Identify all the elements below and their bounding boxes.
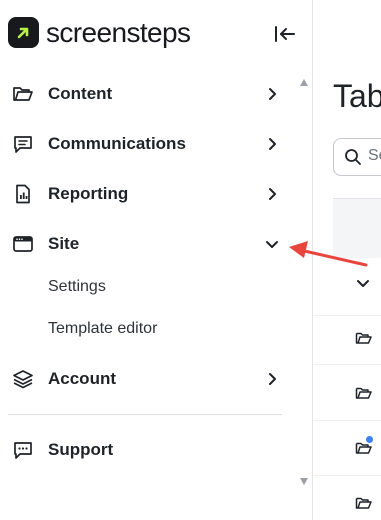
brand-logo[interactable]: screensteps — [8, 17, 191, 48]
chevron-right-icon — [264, 136, 280, 152]
chevron-right-icon — [264, 371, 280, 387]
sidebar-item-reporting[interactable]: Reporting — [0, 174, 292, 214]
collapse-sidebar-button[interactable] — [273, 24, 297, 44]
sidebar-divider — [8, 414, 282, 415]
chevron-down-icon[interactable] — [355, 276, 371, 297]
chevron-down-icon — [264, 236, 280, 252]
search-icon — [345, 149, 361, 165]
sidebar-item-label: Support — [48, 440, 114, 459]
logo-mark-icon — [8, 17, 39, 48]
sidebar-item-label: Reporting — [48, 184, 129, 203]
sidebar-item-support[interactable]: Support — [0, 430, 292, 470]
folder-icon — [12, 84, 34, 104]
sidebar-subitem-settings[interactable]: Settings — [48, 278, 106, 296]
brand-name: screensteps — [46, 17, 191, 48]
chevron-right-icon — [264, 86, 280, 102]
scroll-up-arrow-icon — [300, 79, 308, 86]
sidebar-item-account[interactable]: Account — [0, 359, 292, 399]
sidebar-item-content[interactable]: Content — [0, 74, 292, 114]
sidebar-item-label: Communications — [48, 134, 186, 153]
row-divider — [313, 475, 381, 476]
row-divider — [313, 315, 381, 316]
sidebar: screensteps Content Communications Repor… — [0, 0, 313, 520]
sidebar-scrollbar[interactable] — [297, 74, 311, 490]
chat-icon — [12, 134, 34, 154]
annotation-arrow-icon — [286, 238, 370, 275]
scroll-down-arrow-icon — [300, 478, 308, 485]
chevron-right-icon — [264, 186, 280, 202]
search-input[interactable] — [368, 147, 381, 165]
layers-icon — [12, 369, 34, 389]
collapse-left-icon — [275, 26, 295, 42]
search-field[interactable] — [333, 138, 381, 176]
row-divider — [313, 364, 381, 365]
folder-icon[interactable] — [355, 330, 373, 346]
sidebar-item-label: Site — [48, 234, 80, 253]
sidebar-item-label: Content — [48, 84, 113, 103]
support-chat-icon — [12, 440, 34, 460]
browser-window-icon — [12, 234, 34, 254]
sidebar-item-label: Account — [48, 369, 116, 388]
page-title: Tab — [333, 78, 381, 114]
sidebar-item-site[interactable]: Site — [0, 224, 292, 264]
sidebar-subitem-template-editor[interactable]: Template editor — [48, 320, 157, 338]
report-doc-icon — [12, 184, 34, 204]
sidebar-item-communications[interactable]: Communications — [0, 124, 292, 164]
folder-icon[interactable] — [355, 385, 373, 401]
row-divider — [313, 420, 381, 421]
folder-icon[interactable] — [355, 495, 373, 511]
unread-dot — [366, 436, 373, 443]
